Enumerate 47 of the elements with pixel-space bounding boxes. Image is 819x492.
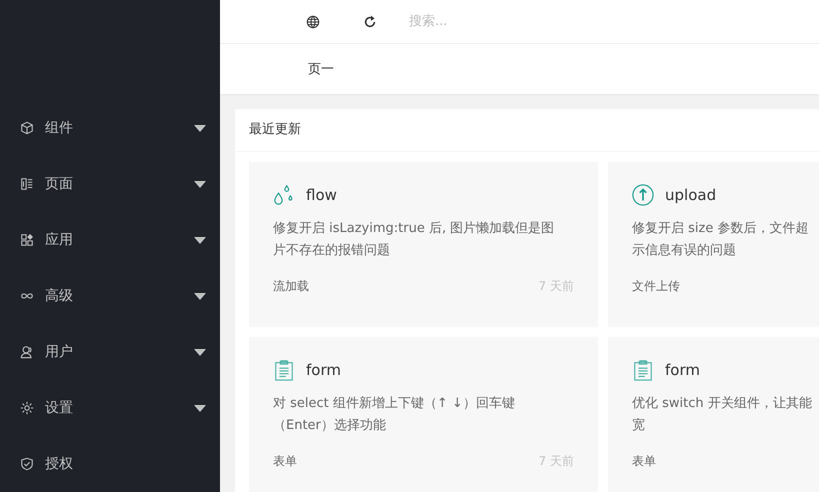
card-title: form (306, 361, 341, 379)
update-card[interactable]: upload 修复开启 size 参数后，文件超 示信息有误的问题 文件上传 (608, 162, 819, 327)
card-description: 片不存在的报错问题 (273, 242, 391, 260)
card-category: 表单 (632, 453, 656, 470)
card-category: 文件上传 (632, 278, 680, 295)
card-description: 优化 switch 开关组件，让其能 (632, 395, 813, 413)
panel-title: 最近更新 (235, 109, 819, 152)
card-description: 宽 (632, 417, 646, 435)
settings-icon (20, 401, 34, 415)
sidebar-item[interactable]: 设置 (0, 380, 220, 436)
water-drops-icon (273, 184, 295, 206)
search-field[interactable]: 搜索... (407, 13, 611, 30)
clipboard-icon (273, 359, 295, 381)
card-description: 示信息有误的问题 (632, 242, 737, 260)
card-description: 修复开启 isLazyimg:true 后, 图片懒加载但是图 (273, 220, 556, 238)
sidebar-item[interactable]: 组件 (0, 100, 220, 156)
sidebar-label: 授权 (45, 455, 74, 473)
sidebar-item[interactable]: 用户 (0, 324, 220, 380)
update-card[interactable]: form 优化 switch 开关组件，让其能 宽 表单 (608, 337, 819, 492)
card-title: upload (665, 186, 716, 204)
sidebar-label: 应用 (45, 231, 74, 249)
sidebar-label: 组件 (45, 119, 74, 137)
user-icon (20, 345, 34, 359)
card-category: 流加载 (273, 278, 309, 295)
sidebar-label: 设置 (45, 399, 74, 417)
breadcrumb[interactable]: 页一 (308, 60, 334, 78)
sidebar-label: 页面 (45, 175, 74, 193)
card-description: 对 select 组件新增上下键（↑ ↓）回车键 (273, 395, 516, 413)
refresh-icon[interactable] (363, 14, 377, 28)
sidebar-item[interactable]: 高级 (0, 268, 220, 324)
sidebar-item[interactable]: 授权 (0, 436, 220, 492)
grid-icon (20, 233, 34, 247)
sidebar-item[interactable]: 页面 (0, 156, 220, 212)
card-description: （Enter）选择功能 (273, 417, 387, 435)
globe-icon[interactable] (306, 14, 320, 28)
shield-icon (20, 457, 34, 471)
card-description: 修复开启 size 参数后，文件超 (632, 220, 810, 238)
card-title: flow (306, 186, 337, 204)
clipboard-icon (632, 359, 654, 381)
sidebar-label: 用户 (45, 343, 74, 361)
upload-icon (632, 184, 654, 206)
sidebar-item[interactable]: 应用 (0, 212, 220, 268)
sidebar-label: 高级 (45, 287, 74, 305)
card-title: form (665, 361, 700, 379)
card-category: 表单 (273, 453, 297, 470)
page-icon (20, 177, 34, 191)
cube-icon (20, 121, 34, 135)
